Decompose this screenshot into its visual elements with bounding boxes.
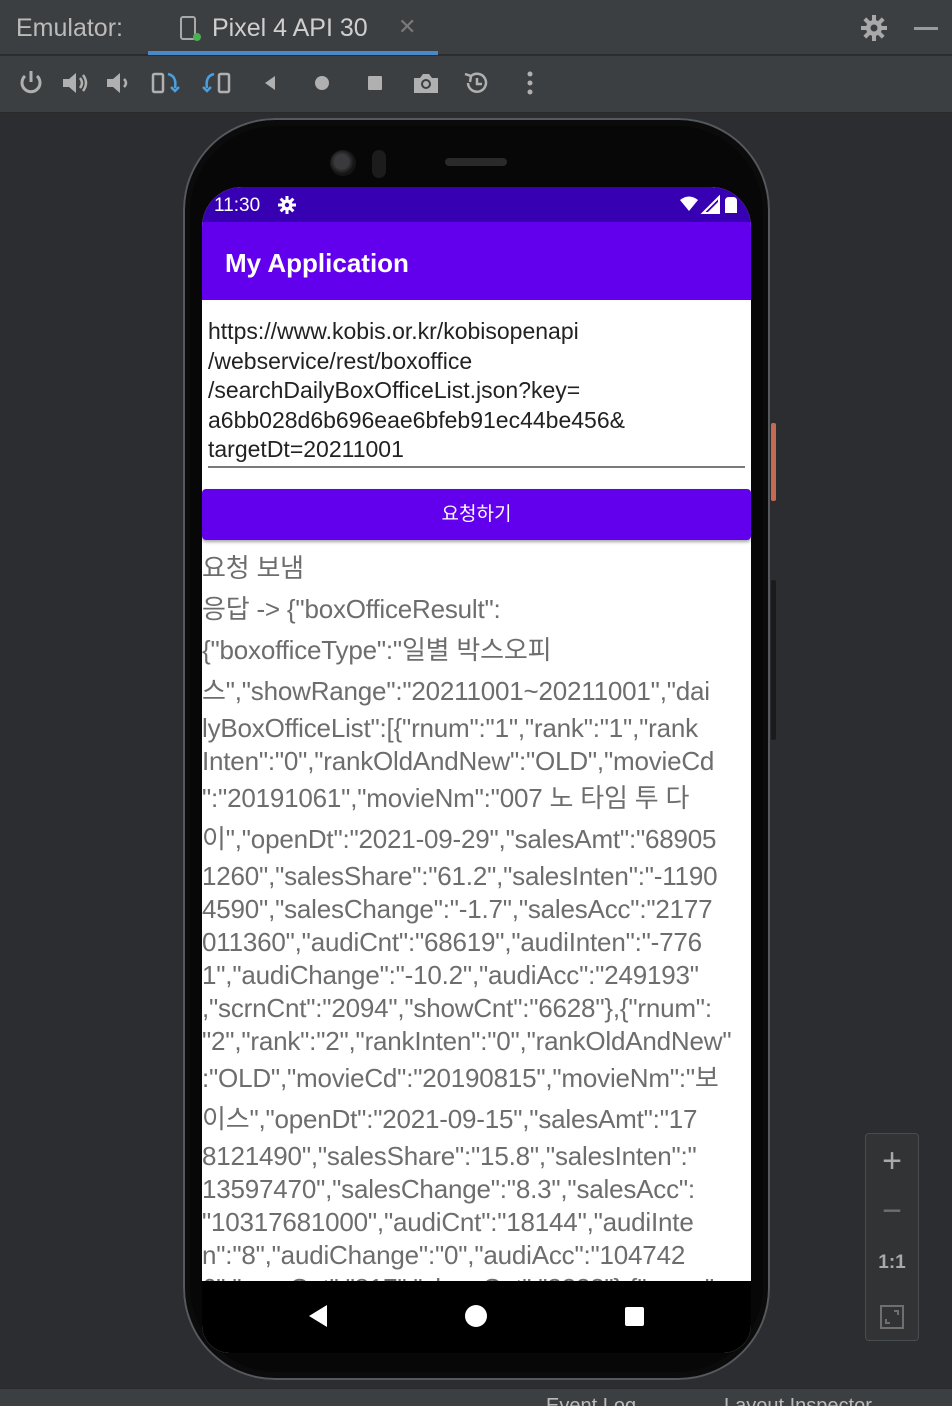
back-icon[interactable] <box>256 68 286 98</box>
log-line: 8121490","salesShare":"15.8","salesInten… <box>202 1141 697 1171</box>
device-icon <box>180 16 201 41</box>
log-line: 011360","audiCnt":"68619","audiInten":"-… <box>202 927 702 957</box>
emulator-toolbar <box>0 56 952 113</box>
phone-screen: 11:30 My Application https://www.kobis.o… <box>202 187 751 1353</box>
signal-battery-icon <box>680 195 737 214</box>
log-line: 요청 보냄 <box>202 553 304 583</box>
log-line: 응답 -> {"boxOfficeResult": <box>202 594 501 624</box>
minimize-icon[interactable] <box>914 27 938 30</box>
url-line: a6bb028d6b696eae6bfeb91ec44be456& <box>208 406 625 433</box>
zoom-out-button[interactable]: − <box>866 1192 918 1231</box>
url-line: targetDt=20211001 <box>208 436 404 462</box>
actual-size-button[interactable]: 1:1 <box>866 1252 918 1274</box>
response-log: 요청 보냄 응답 -> {"boxOfficeResult": {"boxoff… <box>202 548 751 1305</box>
power-icon[interactable] <box>16 68 46 98</box>
rotate-left-icon[interactable] <box>150 68 180 98</box>
screenshot-icon[interactable] <box>411 68 441 98</box>
log-line: 13597470","salesChange":"8.3","salesAcc"… <box>202 1174 695 1204</box>
snapshot-icon[interactable] <box>462 68 492 98</box>
nav-home-icon[interactable] <box>465 1305 487 1327</box>
log-line: :"OLD","movieCd":"20190815","movieNm":"보 <box>202 1063 719 1093</box>
log-line: n":"8","audiChange":"0","audiAcc":"10474… <box>202 1240 686 1270</box>
url-input[interactable]: https://www.kobis.or.kr/kobisopenapi /we… <box>208 317 745 468</box>
log-line: lyBoxOfficeList":[{"rnum":"1","rank":"1"… <box>202 713 698 743</box>
log-line: 1260","salesShare":"61.2","salesInten":"… <box>202 861 718 891</box>
ide-status-bar: Event Log Layout Inspector <box>0 1388 952 1406</box>
layout-inspector-link[interactable]: Layout Inspector <box>724 1395 872 1406</box>
rotate-right-icon[interactable] <box>202 68 232 98</box>
log-line: 이","openDt":"2021-09-29","salesAmt":"689… <box>202 824 717 854</box>
app-title: My Application <box>225 248 409 278</box>
log-line: {"boxofficeType":"일별 박스오피 <box>202 635 552 665</box>
status-time: 11:30 <box>214 195 261 216</box>
home-icon[interactable] <box>307 68 337 98</box>
url-line: /searchDailyBoxOfficeList.json?key= <box>208 377 581 403</box>
settings-notification-icon <box>278 196 296 214</box>
log-line: 이스","openDt":"2021-09-15","salesAmt":"17 <box>202 1104 698 1134</box>
close-tab-icon[interactable]: ✕ <box>398 14 416 40</box>
front-camera-icon <box>330 150 356 176</box>
device-tab-label: Pixel 4 API 30 <box>212 14 368 42</box>
log-line: ":"20191061","movieNm":"007 노 타임 투 다 <box>202 783 690 813</box>
app-toolbar: My Application <box>202 222 751 300</box>
log-line: Inten":"0","rankOldAndNew":"OLD","movieC… <box>202 746 715 776</box>
url-line: /webservice/rest/boxoffice <box>208 347 473 374</box>
log-line: ,"scrnCnt":"2094","showCnt":"6628"},{"rn… <box>202 993 712 1023</box>
request-button[interactable]: 요청하기 <box>202 489 751 540</box>
fit-screen-icon[interactable] <box>879 1304 905 1330</box>
log-line: "2","rank":"2","rankInten":"0","rankOldA… <box>202 1026 732 1056</box>
nav-recents-icon[interactable] <box>625 1307 644 1326</box>
volume-up-icon[interactable] <box>60 68 90 98</box>
more-icon[interactable] <box>515 68 545 98</box>
volume-side-button[interactable] <box>771 580 776 740</box>
zoom-panel: + − 1:1 <box>865 1133 919 1341</box>
settings-gear-icon[interactable] <box>860 14 888 42</box>
nav-back-icon[interactable] <box>305 1303 331 1329</box>
event-log-link[interactable]: Event Log <box>546 1395 636 1406</box>
device-tab[interactable]: Pixel 4 API 30 ✕ <box>148 0 438 55</box>
sensor-icon <box>372 150 386 178</box>
overview-icon[interactable] <box>360 68 390 98</box>
emulator-panel-title: Emulator: <box>16 14 123 42</box>
log-line: 스","showRange":"20211001~20211001","dai <box>202 676 710 706</box>
earpiece-speaker <box>445 158 507 166</box>
android-nav-bar <box>202 1281 751 1353</box>
log-line: "10317681000","audiCnt":"18144","audiInt… <box>202 1207 694 1237</box>
url-line: https://www.kobis.or.kr/kobisopenapi <box>208 318 579 344</box>
log-line: 4590","salesChange":"-1.7","salesAcc":"2… <box>202 894 713 924</box>
power-side-button[interactable] <box>771 423 776 501</box>
emulator-tab-bar: Emulator: Pixel 4 API 30 ✕ <box>0 0 952 55</box>
zoom-in-button[interactable]: + <box>866 1142 918 1181</box>
log-line: 1","audiChange":"-10.2","audiAcc":"24919… <box>202 960 699 990</box>
volume-down-icon[interactable] <box>104 68 134 98</box>
android-status-bar: 11:30 <box>202 187 751 222</box>
